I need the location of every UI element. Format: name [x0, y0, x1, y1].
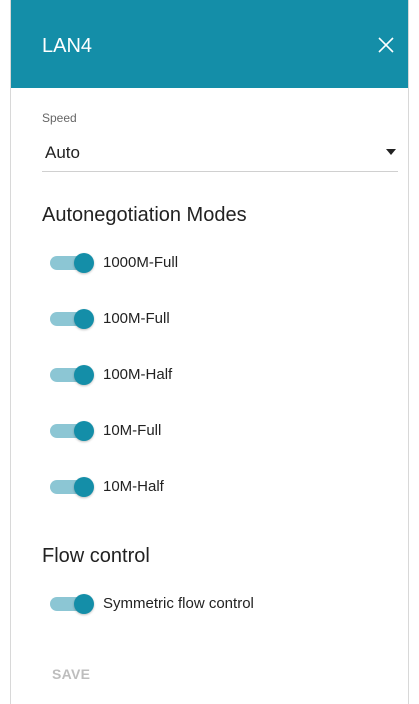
toggle-thumb: [74, 594, 94, 614]
toggle-row-10m-full: 10M-Full: [46, 415, 386, 445]
toggle-10m-full[interactable]: [46, 421, 96, 441]
toggle-1000m-full[interactable]: [46, 253, 96, 273]
toggle-row-symmetric-flow: Symmetric flow control: [46, 588, 386, 618]
toggle-label-symmetric-flow: Symmetric flow control: [103, 595, 254, 612]
close-icon[interactable]: [374, 33, 398, 57]
toggle-label-10m-half: 10M-Half: [103, 478, 164, 495]
toggle-thumb: [74, 477, 94, 497]
toggle-label-100m-full: 100M-Full: [103, 310, 170, 327]
toggle-thumb: [74, 421, 94, 441]
save-button[interactable]: SAVE: [42, 660, 100, 688]
toggle-label-10m-full: 10M-Full: [103, 422, 162, 439]
toggle-thumb: [74, 253, 94, 273]
chevron-down-icon: [386, 149, 396, 155]
toggle-thumb: [74, 309, 94, 329]
toggle-100m-half[interactable]: [46, 365, 96, 385]
toggle-row-100m-full: 100M-Full: [46, 303, 386, 333]
toggle-row-1000m-full: 1000M-Full: [46, 247, 386, 277]
toggle-10m-half[interactable]: [46, 477, 96, 497]
toggle-symmetric-flow-control[interactable]: [46, 594, 96, 614]
toggle-label-1000m-full: 1000M-Full: [103, 254, 179, 271]
flow-control-section-title: Flow control: [42, 545, 150, 567]
toggle-thumb: [74, 365, 94, 385]
toggle-row-100m-half: 100M-Half: [46, 359, 386, 389]
speed-label: Speed: [42, 111, 77, 125]
autoneg-section-title: Autonegotiation Modes: [42, 204, 247, 226]
speed-select[interactable]: Auto: [42, 132, 398, 172]
toggle-row-10m-half: 10M-Half: [46, 471, 386, 501]
dialog-title: LAN4: [42, 35, 93, 57]
lan-settings-dialog: LAN4 Speed Auto Autonegotiation Modes 10…: [10, 0, 409, 704]
dialog-header: LAN4: [11, 0, 408, 88]
speed-value: Auto: [45, 143, 80, 162]
toggle-100m-full[interactable]: [46, 309, 96, 329]
toggle-label-100m-half: 100M-Half: [103, 366, 173, 383]
